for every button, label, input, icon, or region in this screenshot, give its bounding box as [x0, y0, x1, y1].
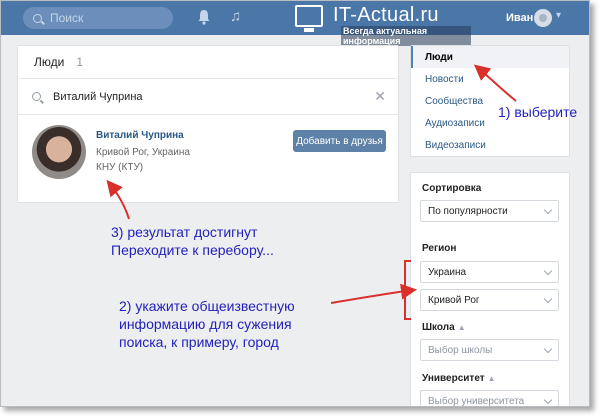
site-logo: IT-Actual.ru Всегда актуальная информаци… [291, 1, 471, 46]
result-count: 1 [76, 55, 84, 69]
annotation-step-2-line-1: 2) укажите общеизвестную [119, 298, 295, 314]
annotation-step-3-line-1: 3) результат достигнут [111, 224, 258, 240]
annotation-step-3-line-2: Переходите к перебору... [111, 242, 274, 258]
people-results-card: Люди 1 Виталий Чуприна ✕ Виталий Чуприна… [17, 45, 399, 203]
chevron-down-icon [543, 266, 553, 276]
people-search-input[interactable]: Виталий Чуприна ✕ [18, 79, 398, 115]
logo-title: IT-Actual.ru [333, 4, 439, 26]
nav-item-news[interactable]: Новости [411, 68, 569, 90]
browser-window: Поиск ♫ IT-Actual.ru Всегда актуальная и… [0, 0, 590, 407]
card-header: Люди 1 [18, 46, 398, 79]
university-placeholder: Выбор университета [428, 395, 525, 407]
school-placeholder: Выбор школы [428, 344, 493, 356]
filters-panel: Сортировка По популярности Регион Украин… [410, 172, 570, 407]
annotation-step-1: 1) выберите [498, 104, 578, 120]
clear-icon[interactable]: ✕ [374, 88, 386, 105]
sort-value: По популярности [428, 205, 508, 217]
country-select[interactable]: Украина [420, 261, 559, 283]
chevron-down-icon [543, 205, 553, 215]
chevron-down-icon [543, 395, 553, 405]
logo-tagline: Всегда актуальная информация [341, 26, 471, 46]
chevron-down-icon [543, 344, 553, 354]
music-icon[interactable]: ♫ [230, 8, 241, 25]
chevron-down-icon[interactable]: ▾ [556, 10, 561, 21]
user-name[interactable]: Иван [506, 12, 533, 24]
user-avatar[interactable] [534, 9, 552, 27]
search-icon [33, 13, 42, 23]
sort-select[interactable]: По популярности [420, 200, 559, 222]
chevron-down-icon [543, 294, 553, 304]
collapse-icon: ▲ [487, 374, 496, 383]
school-label-text: Школа [422, 322, 455, 333]
global-search-input[interactable]: Поиск [23, 7, 173, 29]
result-university: КНУ (КТУ) [96, 162, 144, 173]
city-select[interactable]: Кривой Рог [420, 289, 559, 311]
top-header: Поиск ♫ IT-Actual.ru Всегда актуальная и… [1, 1, 589, 46]
school-select[interactable]: Выбор школы [420, 339, 559, 361]
country-value: Украина [428, 266, 467, 278]
school-label[interactable]: Школа ▲ [422, 322, 466, 333]
search-query: Виталий Чуприна [53, 90, 143, 103]
city-value: Кривой Рог [428, 294, 480, 306]
sort-label: Сортировка [422, 183, 482, 194]
search-category-nav: Люди Новости Сообщества Аудиозаписи Виде… [410, 45, 570, 157]
bell-icon[interactable] [197, 9, 211, 25]
university-label-text: Университет [422, 373, 485, 384]
search-icon [32, 92, 41, 101]
nav-item-people[interactable]: Люди [411, 46, 569, 68]
search-placeholder: Поиск [50, 11, 84, 25]
university-select[interactable]: Выбор университета [420, 390, 559, 407]
university-label[interactable]: Университет ▲ [422, 373, 496, 384]
arrow-step-2 [330, 283, 417, 304]
section-title: Люди [34, 55, 65, 69]
result-name-link[interactable]: Виталий Чуприна [96, 130, 184, 141]
result-row: Виталий Чуприна Кривой Рог, Украина КНУ … [18, 115, 398, 201]
region-label: Регион [422, 243, 457, 254]
annotation-step-2-line-3: поиска, к примеру, город [119, 334, 279, 350]
annotation-step-2: 2) укажите общеизвестную информацию для … [119, 297, 295, 351]
annotation-step-2-line-2: информацию для сужения [119, 316, 292, 332]
collapse-icon: ▲ [457, 323, 466, 332]
monitor-icon [295, 5, 323, 32]
result-location: Кривой Рог, Украина [96, 147, 190, 158]
nav-item-video[interactable]: Видеозаписи [411, 134, 569, 156]
annotation-step-3: 3) результат достигнут Переходите к пере… [111, 223, 274, 259]
add-friend-button[interactable]: Добавить в друзья [293, 130, 386, 152]
result-avatar[interactable] [32, 125, 86, 179]
